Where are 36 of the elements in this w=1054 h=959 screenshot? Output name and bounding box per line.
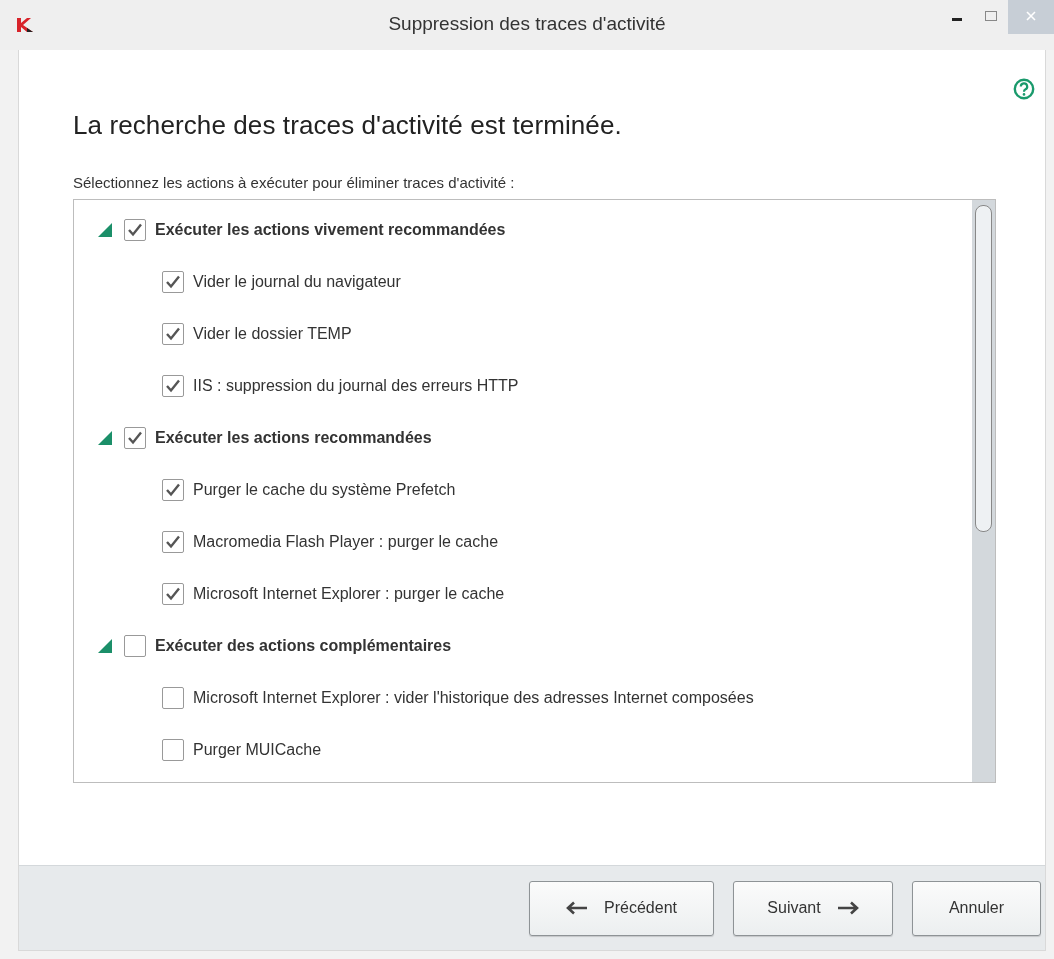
- action-label: Vider le dossier TEMP: [193, 325, 352, 343]
- expander-icon[interactable]: [97, 638, 113, 654]
- checkbox[interactable]: [162, 583, 184, 605]
- action-label: Purger le cache du système Prefetch: [193, 481, 456, 499]
- action-label: Purger MUICache: [193, 741, 322, 759]
- window-title: Suppression des traces d'activité: [388, 13, 666, 34]
- group-label: Exécuter les actions recommandées: [155, 429, 432, 447]
- right-arrow-icon: [836, 901, 859, 915]
- checkbox[interactable]: [162, 739, 184, 761]
- next-button[interactable]: Suivant: [733, 880, 893, 936]
- cancel-button[interactable]: Annuler: [912, 880, 1041, 936]
- expander-icon[interactable]: [97, 222, 113, 238]
- action-label: IIS : suppression du journal des erreurs HTTP: [193, 377, 519, 395]
- checkbox[interactable]: [162, 479, 184, 501]
- checkbox[interactable]: [162, 323, 184, 345]
- back-button[interactable]: Précédent: [529, 880, 714, 936]
- help-icon[interactable]: [1013, 78, 1035, 100]
- checkbox[interactable]: [162, 687, 184, 709]
- instruction-text: Sélectionnez les actions à exécuter pour éliminer traces d'activité :: [73, 174, 516, 191]
- app-logo-icon: [17, 18, 33, 32]
- checkbox[interactable]: [124, 635, 146, 657]
- checkbox[interactable]: [162, 271, 184, 293]
- page-heading: La recherche des traces d'activité est terminée.: [73, 110, 623, 141]
- action-label: Vider le journal du navigateur: [193, 273, 401, 291]
- group-label: Exécuter des actions complémentaires: [155, 637, 452, 655]
- scrollbar[interactable]: [972, 200, 995, 782]
- left-arrow-icon: [566, 901, 589, 915]
- action-label: Microsoft Internet Explorer : purger le cache: [193, 585, 505, 603]
- expander-icon[interactable]: [97, 430, 113, 446]
- checkbox[interactable]: [162, 531, 184, 553]
- checkbox[interactable]: [162, 375, 184, 397]
- action-label: Microsoft Internet Explorer : vider l'historique des adresses Internet composées: [193, 689, 754, 707]
- action-label: Macromedia Flash Player : purger le cache: [193, 533, 499, 551]
- checkbox[interactable]: [124, 427, 146, 449]
- checkbox[interactable]: [124, 219, 146, 241]
- group-label: Exécuter les actions vivement recommandées: [155, 221, 506, 239]
